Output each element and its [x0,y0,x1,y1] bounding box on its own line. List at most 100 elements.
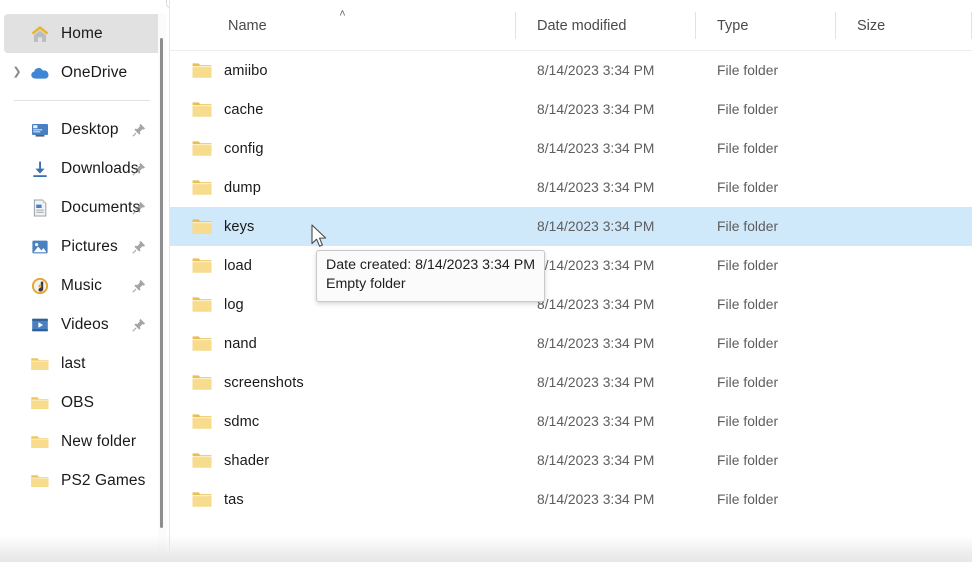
type-label: File folder [717,258,779,273]
type-label: File folder [717,297,779,312]
column-header-size[interactable]: Size [835,0,972,51]
cell-date-modified: 8/14/2023 3:34 PM [515,51,695,90]
sidebar-item-downloads[interactable]: Downloads [4,149,162,188]
chevron-right-icon[interactable]: ❯ [10,53,24,92]
file-name-label: dump [224,179,261,196]
cell-type: File folder [695,363,835,402]
table-row[interactable]: sdmc 8/14/2023 3:34 PM File folder [170,402,972,441]
folder-icon [30,393,61,413]
sidebar-item-label: OneDrive [61,63,128,81]
cell-type: File folder [695,285,835,324]
file-rows: amiibo 8/14/2023 3:34 PM File folder cache 8… [170,51,972,519]
table-row[interactable]: amiibo 8/14/2023 3:34 PM File folder [170,51,972,90]
cell-date-modified: 8/14/2023 3:34 PM [515,363,695,402]
column-header-type[interactable]: Type [695,0,835,51]
file-explorer-window: Home ❯ OneDrive Desktop Downloads Documents Pi… [0,0,972,562]
date-modified-label: 8/14/2023 3:34 PM [537,180,655,195]
cell-name: dump [170,168,515,207]
date-modified-label: 8/14/2023 3:34 PM [537,258,655,273]
sidebar-item-label: OBS [61,393,95,411]
file-name-label: log [224,296,244,313]
sort-ascending-icon: ˄ [339,8,346,20]
cell-size [835,129,972,168]
sidebar-item-new-folder[interactable]: New folder [4,422,162,461]
cell-size [835,168,972,207]
column-header-name[interactable]: ˄ Name [170,0,515,51]
sidebar-item-home[interactable]: Home [4,14,162,53]
cell-date-modified: 8/14/2023 3:34 PM [515,480,695,519]
file-list-pane: ˄ Name Date modified Type Size amiibo 8/14/20… [170,0,972,562]
table-row[interactable]: keys 8/14/2023 3:34 PM File folder [170,207,972,246]
folder-icon [192,140,224,157]
column-resize-handle[interactable] [695,12,696,39]
column-resize-handle[interactable] [515,12,516,39]
cell-type: File folder [695,480,835,519]
table-row[interactable]: screenshots 8/14/2023 3:34 PM File folder [170,363,972,402]
home-icon [30,24,61,44]
date-modified-label: 8/14/2023 3:34 PM [537,102,655,117]
column-header-label: Date modified [537,17,627,34]
sidebar-item-label: Home [61,24,103,42]
folder-icon [192,413,224,430]
sidebar-item-music[interactable]: Music [4,266,162,305]
date-modified-label: 8/14/2023 3:34 PM [537,375,655,390]
cell-name: shader [170,441,515,480]
column-header-date[interactable]: Date modified [515,0,695,51]
sidebar-item-videos[interactable]: Videos [4,305,162,344]
sidebar-item-label: Videos [61,315,109,333]
cell-type: File folder [695,129,835,168]
folder-icon [30,354,61,374]
table-row[interactable]: nand 8/14/2023 3:34 PM File folder [170,324,972,363]
sidebar-item-obs[interactable]: OBS [4,383,162,422]
sidebar-item-pictures[interactable]: Pictures [4,227,162,266]
table-row[interactable]: cache 8/14/2023 3:34 PM File folder [170,90,972,129]
table-row[interactable]: config 8/14/2023 3:34 PM File folder [170,129,972,168]
file-name-label: cache [224,101,264,118]
cell-size [835,480,972,519]
folder-icon [192,374,224,391]
table-row[interactable]: dump 8/14/2023 3:34 PM File folder [170,168,972,207]
sidebar-item-last[interactable]: last [4,344,162,383]
column-header-label: Size [857,17,886,34]
sidebar-item-desktop[interactable]: Desktop [4,110,162,149]
nav-scrollbar-thumb[interactable] [160,38,163,528]
type-label: File folder [717,375,779,390]
cell-date-modified: 8/14/2023 3:34 PM [515,90,695,129]
folder-icon [192,101,224,118]
cell-name: tas [170,480,515,519]
folder-tooltip: Date created: 8/14/2023 3:34 PM Empty fo… [316,250,546,302]
folder-icon [30,432,61,452]
cell-size [835,324,972,363]
table-row[interactable]: shader 8/14/2023 3:34 PM File folder [170,441,972,480]
sidebar-item-onedrive[interactable]: ❯ OneDrive [4,53,162,92]
document-icon [30,198,61,218]
sidebar-item-label: Desktop [61,120,119,138]
cell-size [835,363,972,402]
cell-date-modified: 8/14/2023 3:34 PM [515,402,695,441]
table-row[interactable]: load 8/14/2023 3:34 PM File folder [170,246,972,285]
sidebar-item-label: Pictures [61,237,118,255]
nav-scrollbar[interactable] [158,14,166,562]
column-resize-handle[interactable] [835,12,836,39]
table-row[interactable]: tas 8/14/2023 3:34 PM File folder [170,480,972,519]
cell-date-modified: 8/14/2023 3:34 PM [515,441,695,480]
folder-icon [192,218,224,235]
date-modified-label: 8/14/2023 3:34 PM [537,63,655,78]
sidebar-item-label: last [61,354,86,372]
date-modified-label: 8/14/2023 3:34 PM [537,336,655,351]
date-modified-label: 8/14/2023 3:34 PM [537,141,655,156]
cell-name: screenshots [170,363,515,402]
cell-name: sdmc [170,402,515,441]
sidebar-item-ps2-games[interactable]: PS2 Games [4,461,162,500]
folder-icon [192,257,224,274]
cell-name: keys [170,207,515,246]
table-row[interactable]: log 8/14/2023 3:34 PM File folder [170,285,972,324]
music-icon [30,276,61,296]
type-label: File folder [717,219,779,234]
sidebar-item-documents[interactable]: Documents [4,188,162,227]
sidebar-item-label: Documents [61,198,141,216]
file-name-label: tas [224,491,244,508]
videos-icon [30,315,61,335]
folder-icon [192,491,224,508]
date-modified-label: 8/14/2023 3:34 PM [537,492,655,507]
